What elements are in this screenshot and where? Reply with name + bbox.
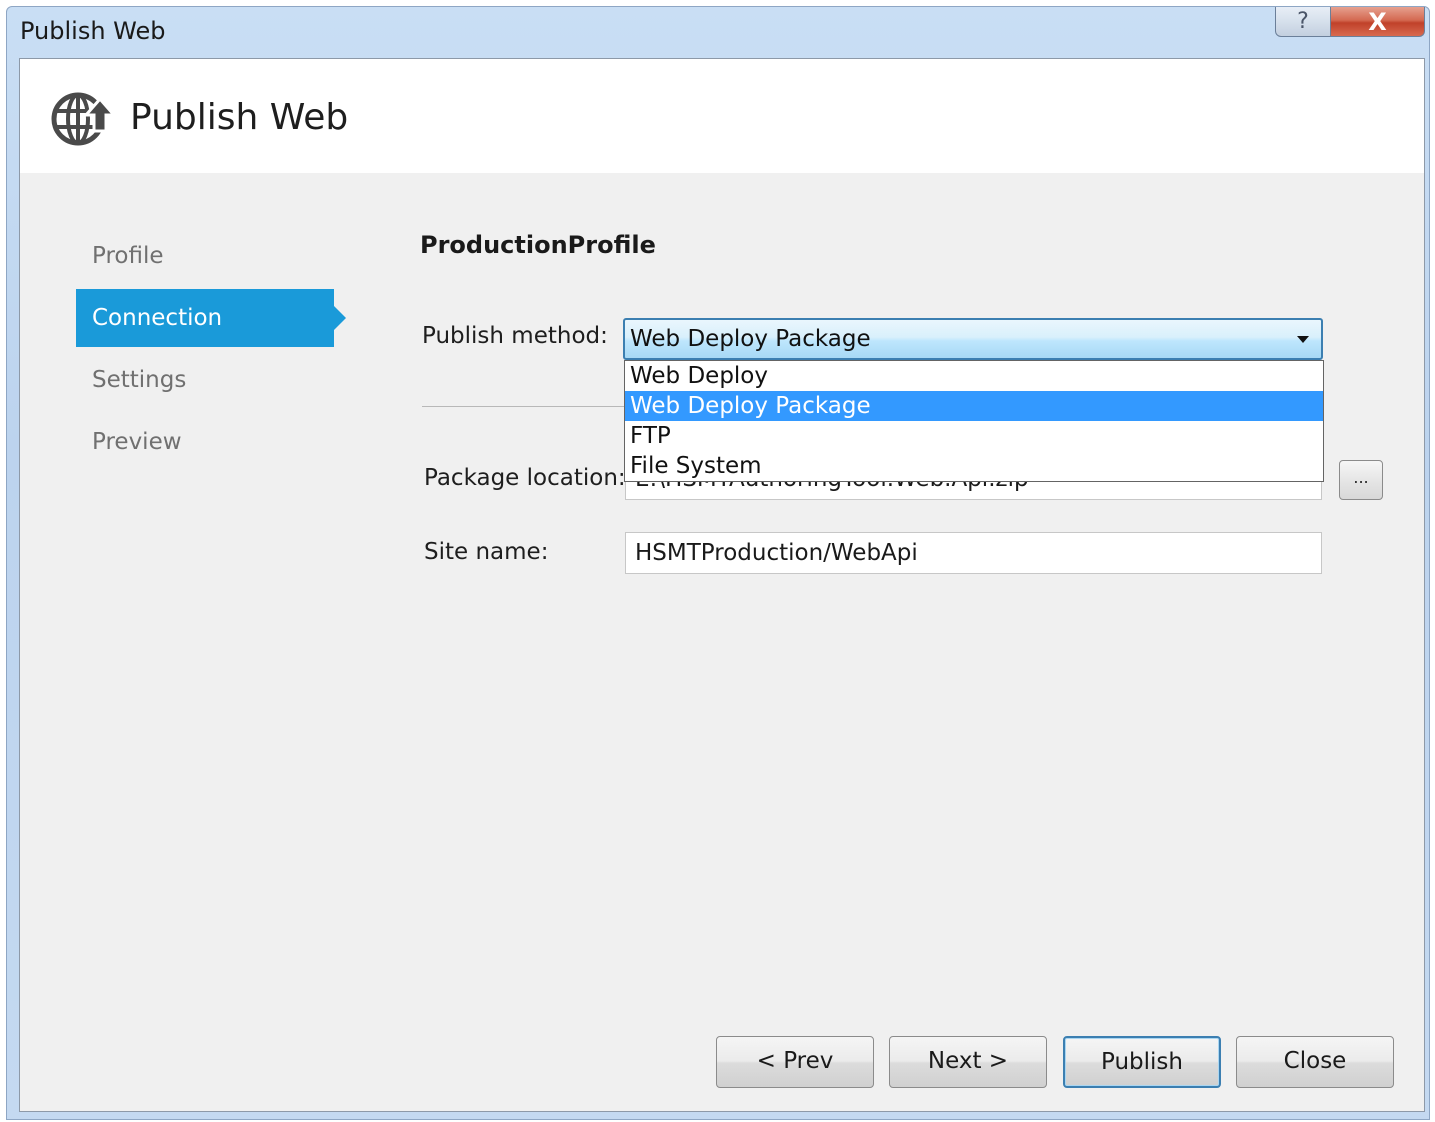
site-name-label: Site name: [424,539,549,565]
wizard-nav: Profile Connection Settings Preview [76,227,346,475]
title-buttons: ? X [1275,7,1425,39]
publish-button[interactable]: Publish [1063,1036,1221,1088]
close-button[interactable]: Close [1236,1036,1394,1088]
option-web-deploy[interactable]: Web Deploy [625,361,1323,391]
publish-method-value: Web Deploy Package [630,326,871,352]
nav-item-profile[interactable]: Profile [76,227,334,285]
nav-item-connection[interactable]: Connection [76,289,346,347]
publish-method-select[interactable]: Web Deploy Package [623,318,1323,360]
window-title: Publish Web [20,17,166,45]
close-icon: X [1368,7,1387,36]
next-button[interactable]: Next > [889,1036,1047,1088]
nav-item-preview[interactable]: Preview [76,413,334,471]
profile-name: ProductionProfile [420,231,656,259]
help-button[interactable]: ? [1275,7,1331,37]
publish-method-label: Publish method: [422,323,608,349]
publish-method-dropdown: Web Deploy Web Deploy Package FTP File S… [624,360,1324,482]
option-ftp[interactable]: FTP [625,421,1323,451]
package-location-label: Package location: [424,465,626,491]
help-icon: ? [1297,9,1309,34]
site-name-input[interactable]: HSMTProduction/WebApi [625,532,1322,574]
nav-item-settings[interactable]: Settings [76,351,334,409]
dialog-header: Publish Web [20,59,1424,173]
publish-web-window: Publish Web ? X Publish Web Profile Conn… [6,6,1430,1120]
chevron-down-icon[interactable] [1297,336,1309,343]
dialog-client-area: Publish Web Profile Connection Settings … [19,58,1425,1112]
section-divider [422,406,632,407]
option-file-system[interactable]: File System [625,451,1323,481]
browse-button[interactable]: ... [1339,460,1383,500]
globe-upload-icon [51,92,116,146]
header-title: Publish Web [130,97,349,138]
window-close-button[interactable]: X [1331,7,1425,37]
site-name-value: HSMTProduction/WebApi [635,540,918,566]
prev-button[interactable]: < Prev [716,1036,874,1088]
option-web-deploy-package[interactable]: Web Deploy Package [625,391,1323,421]
